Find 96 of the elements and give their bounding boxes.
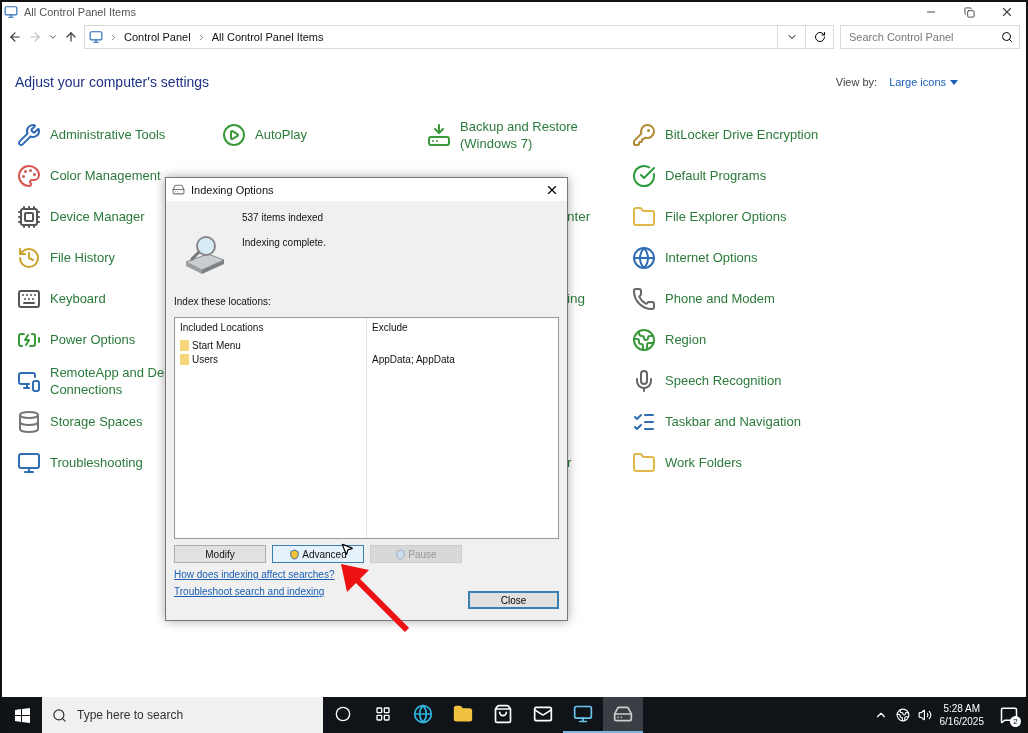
monitor-icon [573, 704, 593, 724]
cortana-icon [335, 706, 351, 722]
phone-icon [632, 286, 656, 311]
applet-link[interactable]: File History [17, 237, 115, 278]
up-button[interactable] [64, 30, 78, 44]
location-item[interactable]: Users [192, 354, 219, 365]
drive-icon [613, 704, 633, 724]
applet-link[interactable]: AutoPlay [222, 114, 308, 155]
monitor-icon [17, 450, 41, 475]
breadcrumb-item[interactable]: All Control Panel Items [211, 31, 324, 43]
locations-label: Index these locations: [174, 296, 272, 307]
dialog-button[interactable]: Advanced [272, 545, 364, 563]
dialog-button[interactable]: Modify [174, 545, 266, 563]
applet-link[interactable]: Default Programs [632, 155, 767, 196]
applet-link[interactable]: Backup and Restore (Windows 7) [427, 114, 578, 155]
help-link[interactable]: Troubleshoot search and indexing [174, 586, 325, 597]
applet-link[interactable]: Taskbar and Navigation [632, 401, 801, 442]
chip-icon [17, 204, 41, 229]
item-label: r [567, 455, 573, 470]
applet-link[interactable]: Speech Recognition [632, 360, 782, 401]
applet-link[interactable]: Region [632, 319, 707, 360]
item-label: ing [567, 291, 586, 306]
exclude-item: AppData; AppData [372, 354, 455, 365]
shield-icon [395, 548, 407, 560]
clock[interactable]: 5:28 AM 6/16/2025 [939, 702, 984, 728]
applet-link[interactable]: Power Options [17, 319, 136, 360]
location-item[interactable]: Start Menu [192, 340, 241, 351]
drive-icon [427, 122, 451, 147]
restore-icon [963, 6, 975, 18]
store-icon [493, 704, 513, 724]
globe-icon [632, 327, 656, 352]
search-box[interactable]: Search Control Panel [840, 25, 1020, 49]
view-by-label: View by: [835, 76, 878, 88]
applet-link[interactable]: RemoteApp and De Connections [17, 360, 165, 401]
applet-link[interactable]: Storage Spaces [17, 401, 143, 442]
check-icon [632, 163, 656, 188]
applet-link[interactable]: Color Management [17, 155, 161, 196]
applet-link[interactable]: Keyboard [17, 278, 106, 319]
address-bar[interactable]: Control Panel All Control Panel Items [84, 25, 834, 49]
indexing-status: Indexing complete. [242, 237, 326, 248]
search-icon [52, 707, 67, 723]
shield-icon [289, 548, 301, 560]
folder-icon [632, 204, 656, 229]
help-link[interactable]: How does indexing affect searches? [174, 569, 335, 580]
applet-link[interactable]: File Explorer Options [632, 196, 787, 237]
column-header: Exclude [372, 322, 409, 333]
applet-link[interactable]: Troubleshooting [17, 442, 143, 483]
items-indexed-count: 537 items indexed [242, 212, 325, 223]
volume-icon[interactable] [917, 708, 932, 722]
view-mode-dropdown[interactable]: Large icons [889, 76, 958, 88]
applet-link[interactable]: Device Manager [17, 196, 145, 237]
item-label: nter [567, 209, 592, 224]
play-icon [222, 122, 246, 147]
applet-link[interactable]: BitLocker Drive Encryption [632, 114, 819, 155]
control-panel-icon [4, 5, 18, 19]
palette-icon [17, 163, 41, 188]
refresh-icon [813, 31, 826, 43]
drive-icon [172, 183, 185, 196]
history-icon [17, 245, 41, 270]
folder-icon [453, 704, 473, 724]
taskbar-app-button[interactable] [603, 697, 643, 733]
mail-icon [533, 704, 553, 724]
control-panel-icon [89, 30, 103, 44]
close-icon [1000, 5, 1014, 19]
column-header: Included Locations [180, 322, 265, 333]
applet-link[interactable]: Work Folders [632, 442, 743, 483]
search-icon [1001, 31, 1013, 43]
caret-icon [950, 79, 958, 85]
page-heading: Adjust your computer's settings [15, 74, 210, 90]
folder-icon [632, 450, 656, 475]
recent-dropdown-button[interactable] [48, 32, 58, 42]
taskbar-search-box[interactable]: Type here to search [42, 697, 323, 733]
breadcrumb-item[interactable]: Control Panel [124, 31, 191, 43]
browser-icon [413, 704, 433, 724]
task-view-icon [375, 706, 391, 722]
applet-link[interactable]: Administrative Tools [17, 114, 166, 155]
close-dialog-button[interactable]: Close [468, 591, 559, 609]
notification-icon [1000, 706, 1018, 724]
notifications-button[interactable]: 2 [1000, 706, 1018, 724]
annotation-arrow [341, 564, 410, 633]
key-icon [632, 122, 656, 147]
database-icon [17, 409, 41, 434]
window-title: All Control Panel Items [24, 6, 136, 18]
folder-icon [180, 354, 189, 365]
folder-icon [180, 340, 189, 351]
back-button[interactable] [8, 30, 22, 44]
separator-icon [109, 32, 118, 42]
wrench-icon [17, 122, 41, 147]
applet-link[interactable]: Internet Options [632, 237, 758, 278]
taskbar-search-field[interactable]: Type here to search [75, 707, 323, 723]
notification-count: 2 [1010, 716, 1021, 727]
windows-logo-icon [14, 707, 30, 723]
applet-link[interactable]: Phone and Modem [632, 278, 775, 319]
dialog-title: Indexing Options [191, 183, 274, 196]
network-icon[interactable] [895, 708, 910, 722]
globe-icon [632, 245, 656, 270]
